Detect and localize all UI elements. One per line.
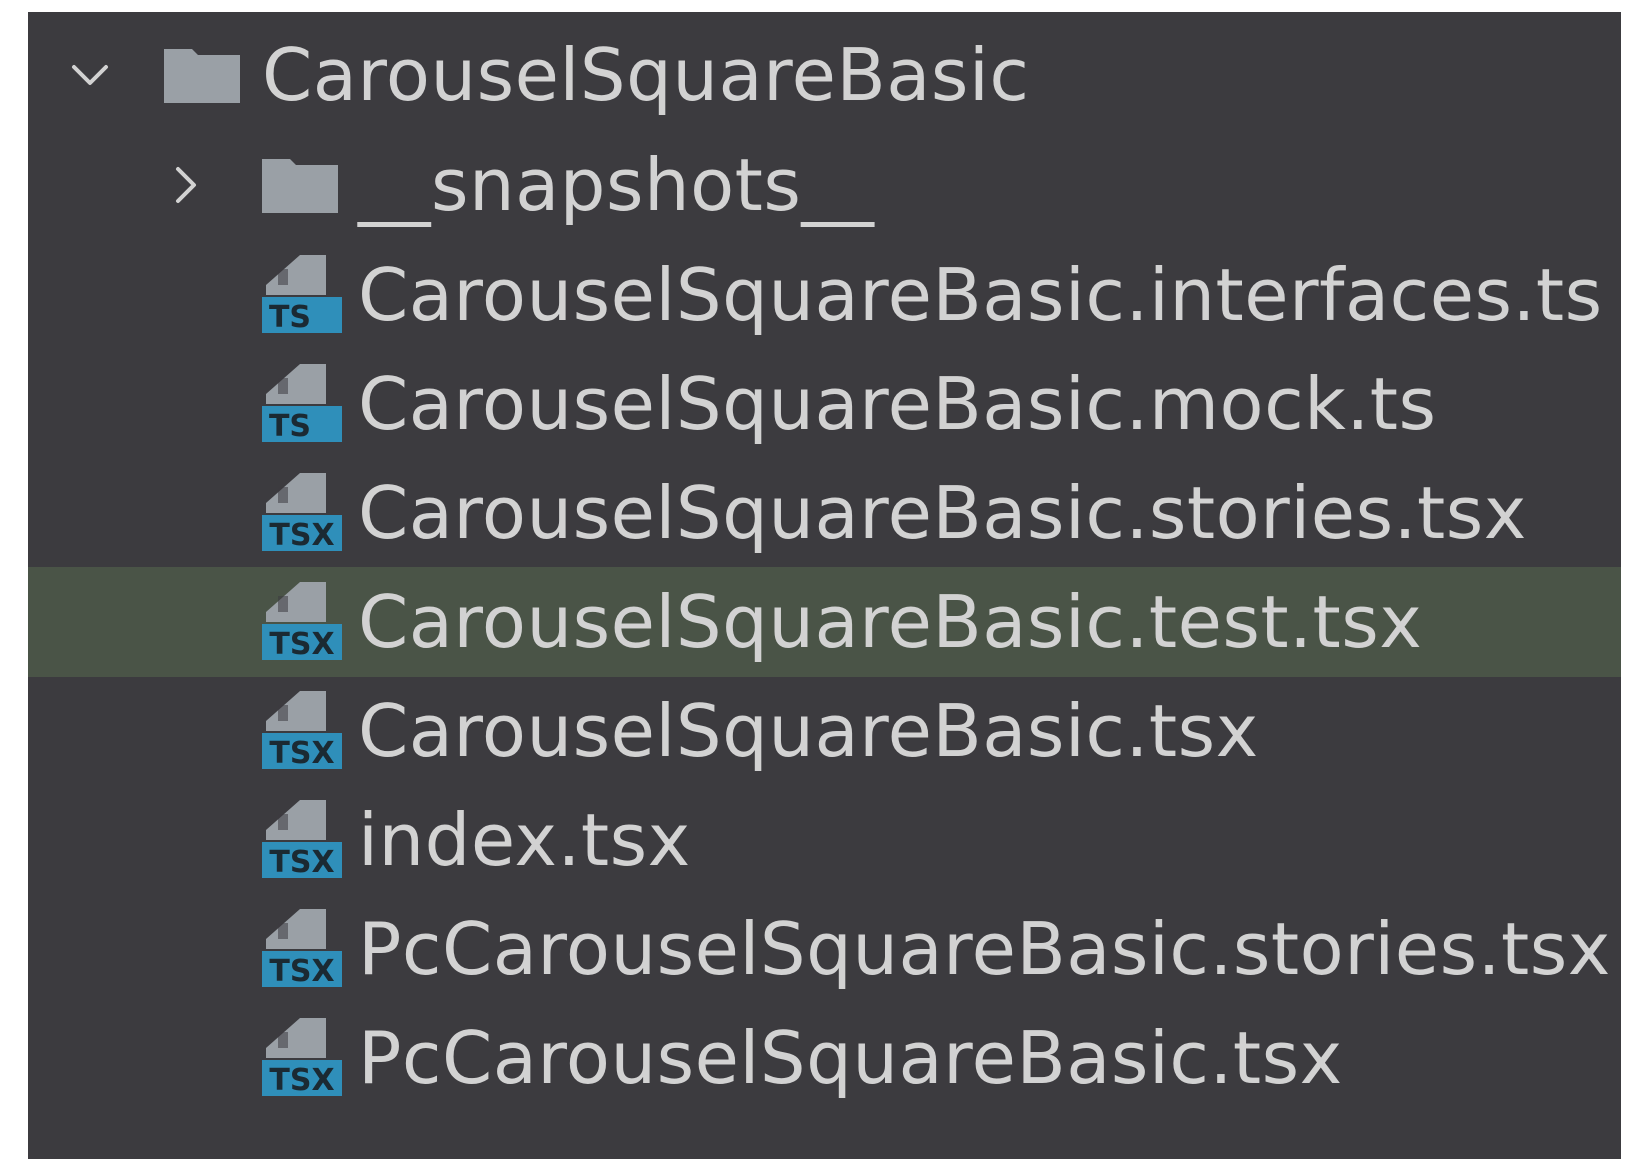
tsx-file-icon: TSX (260, 1016, 344, 1100)
file-type-badge-text: TSX (269, 736, 334, 771)
file-label: CarouselSquareBasic.test.tsx (358, 580, 1423, 664)
tree-row-file[interactable]: TSX CarouselSquareBasic.tsx (28, 676, 1621, 786)
root-folder-label: CarouselSquareBasic (262, 33, 1030, 117)
file-label: CarouselSquareBasic.mock.ts (358, 362, 1437, 446)
snapshots-folder-label: __snapshots__ (358, 143, 875, 227)
file-type-badge-text: TSX (269, 518, 334, 553)
file-label: index.tsx (358, 798, 691, 882)
file-label: PcCarouselSquareBasic.stories.tsx (358, 907, 1611, 991)
file-label: CarouselSquareBasic.stories.tsx (358, 471, 1527, 555)
typescript-file-icon: TS (260, 253, 344, 337)
file-type-badge-text: TS (269, 300, 311, 335)
chevron-down-icon[interactable] (68, 53, 112, 97)
tree-row-root-folder[interactable]: CarouselSquareBasic (28, 20, 1621, 130)
tree-row-file[interactable]: TS CarouselSquareBasic.interfaces.ts (28, 240, 1621, 350)
file-type-badge-text: TSX (269, 1063, 334, 1098)
project-tree-panel: CarouselSquareBasic __snapshots__ TS Caro… (28, 12, 1621, 1159)
tsx-file-icon: TSX (260, 798, 344, 882)
chevron-right-icon[interactable] (164, 163, 208, 207)
tree-row-file[interactable]: TSX index.tsx (28, 785, 1621, 895)
tree-row-file[interactable]: TS CarouselSquareBasic.mock.ts (28, 349, 1621, 459)
folder-icon (162, 45, 242, 105)
tree-row-file[interactable]: TSX CarouselSquareBasic.stories.tsx (28, 458, 1621, 568)
file-type-badge-text: TSX (269, 627, 334, 662)
tree-row-file[interactable]: TSX PcCarouselSquareBasic.stories.tsx (28, 894, 1621, 1004)
typescript-file-icon: TS (260, 362, 344, 446)
tree-row-file[interactable]: TSX CarouselSquareBasic.test.tsx (28, 567, 1621, 677)
folder-icon (260, 155, 340, 215)
file-type-badge-text: TSX (269, 845, 334, 880)
file-type-badge-text: TS (269, 409, 311, 444)
tree-row-file[interactable]: TSX PcCarouselSquareBasic.tsx (28, 1003, 1621, 1113)
tsx-file-icon: TSX (260, 907, 344, 991)
tsx-file-icon: TSX (260, 580, 344, 664)
tsx-file-icon: TSX (260, 689, 344, 773)
tree-row-snapshots-folder[interactable]: __snapshots__ (28, 130, 1621, 240)
file-label: CarouselSquareBasic.tsx (358, 689, 1259, 773)
file-type-badge-text: TSX (269, 954, 334, 989)
tsx-file-icon: TSX (260, 471, 344, 555)
file-label: CarouselSquareBasic.interfaces.ts (358, 253, 1603, 337)
file-label: PcCarouselSquareBasic.tsx (358, 1016, 1343, 1100)
